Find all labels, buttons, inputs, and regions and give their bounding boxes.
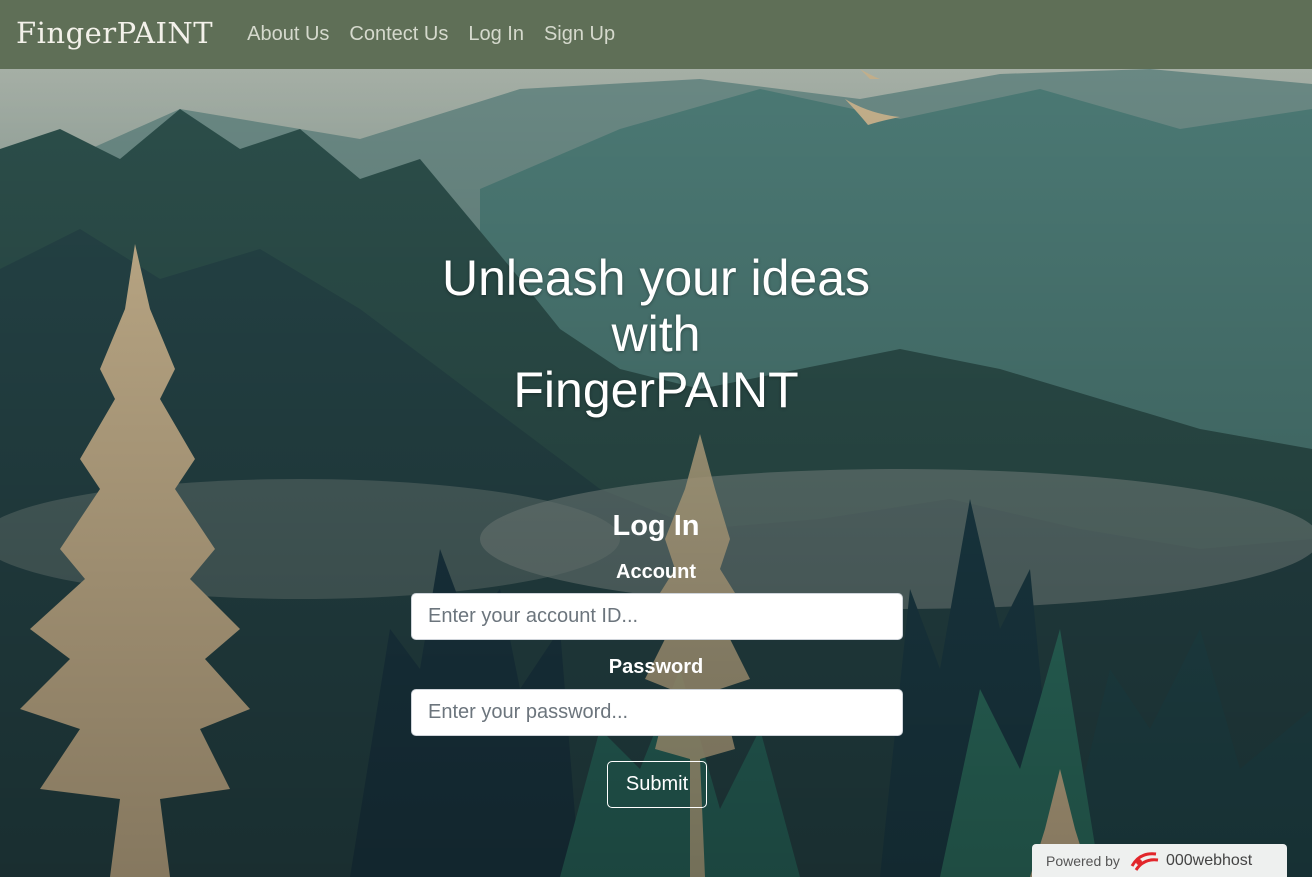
powered-by-text: Powered by bbox=[1046, 852, 1120, 869]
brand-logo[interactable]: FingerPAINT bbox=[16, 16, 213, 50]
powered-by-brand: 000webhost bbox=[1165, 851, 1253, 869]
navbar: FingerPAINT About Us Contect Us Log In S… bbox=[0, 0, 1312, 69]
account-label: Account bbox=[616, 561, 696, 583]
account-input[interactable] bbox=[411, 593, 903, 640]
nav-link-contact-us[interactable]: Contect Us bbox=[349, 23, 448, 46]
nav-link-sign-up[interactable]: Sign Up bbox=[544, 23, 615, 46]
nav-link-about-us[interactable]: About Us bbox=[247, 23, 329, 46]
hero-title-line-2: with bbox=[611, 306, 701, 362]
powered-by-badge[interactable]: Powered by 000webhost bbox=[1032, 844, 1287, 877]
webhost-logo-icon bbox=[1130, 850, 1160, 872]
submit-button[interactable]: Submit bbox=[607, 761, 707, 808]
forest-background-image bbox=[0, 69, 1312, 877]
hero-title: Unleash your ideas with FingerPAINT bbox=[356, 250, 956, 418]
nav-link-log-in[interactable]: Log In bbox=[468, 23, 524, 46]
password-label: Password bbox=[608, 656, 704, 678]
login-form-title: Log In bbox=[612, 510, 700, 542]
hero-title-line-3: FingerPAINT bbox=[513, 362, 799, 418]
password-input[interactable] bbox=[411, 689, 903, 736]
hero-title-line-1: Unleash your ideas bbox=[441, 250, 871, 306]
